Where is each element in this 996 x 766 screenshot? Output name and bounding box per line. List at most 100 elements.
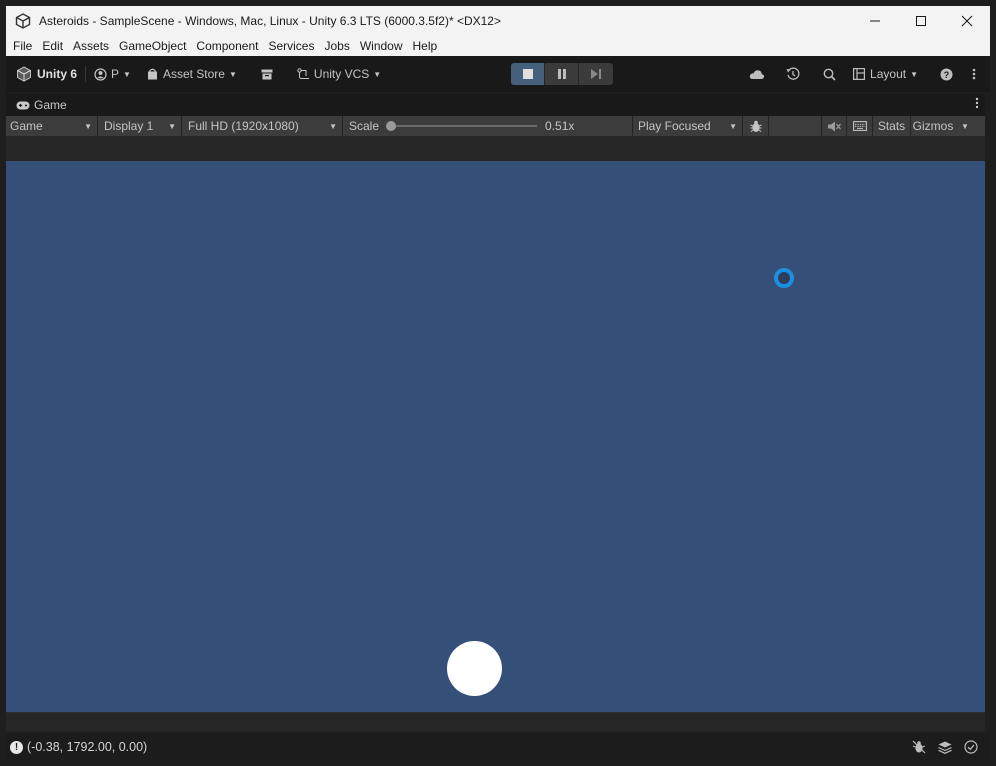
version-control-icon	[297, 68, 309, 79]
gamepad-icon	[16, 101, 30, 109]
main-toolbar: Unity 6 P ▼ Asset Store ▼ Unity VCS ▼ La…	[6, 56, 990, 92]
chevron-down-icon: ▼	[168, 121, 176, 131]
progress-status-button[interactable]	[958, 738, 984, 756]
window-title-bar: Asteroids - SampleScene - Windows, Mac, …	[6, 6, 990, 36]
vertical-dots-icon	[972, 68, 976, 80]
cloud-icon	[749, 69, 765, 79]
window-title: Asteroids - SampleScene - Windows, Mac, …	[39, 14, 501, 28]
step-button[interactable]	[579, 63, 613, 85]
scale-slider[interactable]	[386, 121, 538, 131]
tab-options-button[interactable]	[975, 97, 979, 112]
chevron-down-icon: ▼	[729, 121, 737, 131]
account-label: P	[111, 67, 120, 81]
chevron-down-icon: ▼	[329, 121, 337, 131]
account-dropdown[interactable]: P ▼	[90, 63, 135, 85]
chevron-down-icon: ▼	[910, 69, 918, 79]
menu-jobs[interactable]: Jobs	[319, 36, 354, 56]
debug-mode-button[interactable]	[906, 738, 932, 756]
menu-file[interactable]: File	[8, 36, 37, 56]
ball-sprite	[447, 641, 502, 696]
loading-ring	[774, 268, 794, 288]
gizmos-dropdown[interactable]: ▼	[955, 116, 975, 136]
toolbar-right-tools: Layout ▼ ?	[739, 63, 984, 85]
close-button[interactable]	[944, 6, 990, 36]
gizmos-button[interactable]: Gizmos	[911, 116, 955, 136]
stats-button[interactable]: Stats	[873, 116, 911, 136]
shopping-bag-icon	[147, 68, 157, 80]
tab-game[interactable]: Game	[6, 98, 67, 112]
shortcuts-button[interactable]	[847, 116, 873, 136]
mute-audio-button[interactable]	[821, 116, 847, 136]
archive-icon	[261, 69, 273, 79]
account-icon	[94, 67, 107, 81]
menu-assets[interactable]: Assets	[68, 36, 114, 56]
menu-gameobject[interactable]: GameObject	[114, 36, 191, 56]
chevron-down-icon: ▼	[123, 69, 131, 79]
check-circle-icon	[964, 740, 978, 754]
display-dropdown[interactable]: Display 1 ▼	[98, 116, 182, 136]
bug-icon	[749, 120, 762, 132]
svg-text:?: ?	[943, 70, 949, 80]
asset-store-dropdown[interactable]: Asset Store ▼	[143, 63, 241, 85]
console-last-message[interactable]: (-0.38, 1792.00, 0.00)	[27, 740, 147, 754]
pause-icon	[557, 69, 566, 79]
more-options-button[interactable]	[964, 63, 984, 85]
scale-slider-handle[interactable]	[386, 121, 397, 131]
help-icon: ?	[940, 68, 952, 80]
view-type-label: Game	[10, 119, 43, 133]
resolution-label: Full HD (1920x1080)	[188, 119, 299, 133]
unity-hub-button[interactable]: Unity 6	[12, 63, 81, 85]
unity-app-icon	[15, 13, 31, 29]
play-mode-dropdown[interactable]: Play Focused ▼	[633, 116, 743, 136]
frame-debugger-button[interactable]	[743, 116, 769, 136]
layout-icon	[853, 68, 866, 80]
bug-off-icon	[912, 740, 926, 754]
chevron-down-icon: ▼	[961, 121, 969, 131]
viewport-letterbox-bottom	[6, 712, 985, 732]
pause-button[interactable]	[545, 63, 579, 85]
resolution-dropdown[interactable]: Full HD (1920x1080) ▼	[182, 116, 343, 136]
cloud-button[interactable]	[739, 63, 775, 85]
search-button[interactable]	[811, 63, 847, 85]
minimize-button[interactable]	[852, 6, 898, 36]
scale-label: Scale	[349, 119, 380, 133]
toolbar-separator	[85, 66, 87, 82]
unity-version-label: Unity 6	[37, 67, 78, 81]
display-label: Display 1	[104, 119, 154, 133]
step-icon	[590, 69, 601, 79]
history-icon	[786, 67, 800, 80]
play-controls	[511, 63, 613, 85]
game-tab-bar: Game	[6, 94, 985, 116]
layout-dropdown[interactable]: Layout ▼	[849, 63, 922, 85]
layers-icon	[938, 741, 952, 754]
search-icon	[823, 68, 836, 81]
stop-icon	[522, 69, 533, 79]
menu-bar: File Edit Assets GameObject Component Se…	[6, 36, 990, 56]
view-type-dropdown[interactable]: Game ▼	[6, 116, 98, 136]
stop-play-button[interactable]	[511, 63, 545, 85]
layers-button[interactable]	[932, 738, 958, 756]
layout-label: Layout	[870, 67, 907, 81]
chevron-down-icon: ▼	[84, 121, 92, 131]
game-view-toolbar: Game ▼ Display 1 ▼ Full HD (1920x1080) ▼…	[6, 116, 985, 136]
menu-edit[interactable]: Edit	[37, 36, 68, 56]
info-icon: !	[10, 740, 23, 754]
chevron-down-icon: ▼	[373, 69, 382, 79]
help-button[interactable]: ?	[928, 63, 964, 85]
maximize-icon	[916, 16, 926, 26]
mute-icon	[827, 121, 841, 131]
menu-window[interactable]: Window	[355, 36, 408, 56]
undo-history-button[interactable]	[775, 63, 811, 85]
status-right-tools	[906, 738, 984, 756]
package-manager-button[interactable]	[257, 63, 277, 85]
play-mode-label: Play Focused	[638, 119, 711, 133]
menu-help[interactable]: Help	[408, 36, 443, 56]
viewport-letterbox-top	[6, 136, 985, 161]
menu-services[interactable]: Services	[263, 36, 319, 56]
game-viewport[interactable]	[6, 161, 985, 712]
menu-component[interactable]: Component	[191, 36, 263, 56]
maximize-button[interactable]	[898, 6, 944, 36]
scale-value: 0.51x	[545, 119, 575, 133]
unity-vcs-dropdown[interactable]: Unity VCS ▼	[293, 63, 385, 85]
